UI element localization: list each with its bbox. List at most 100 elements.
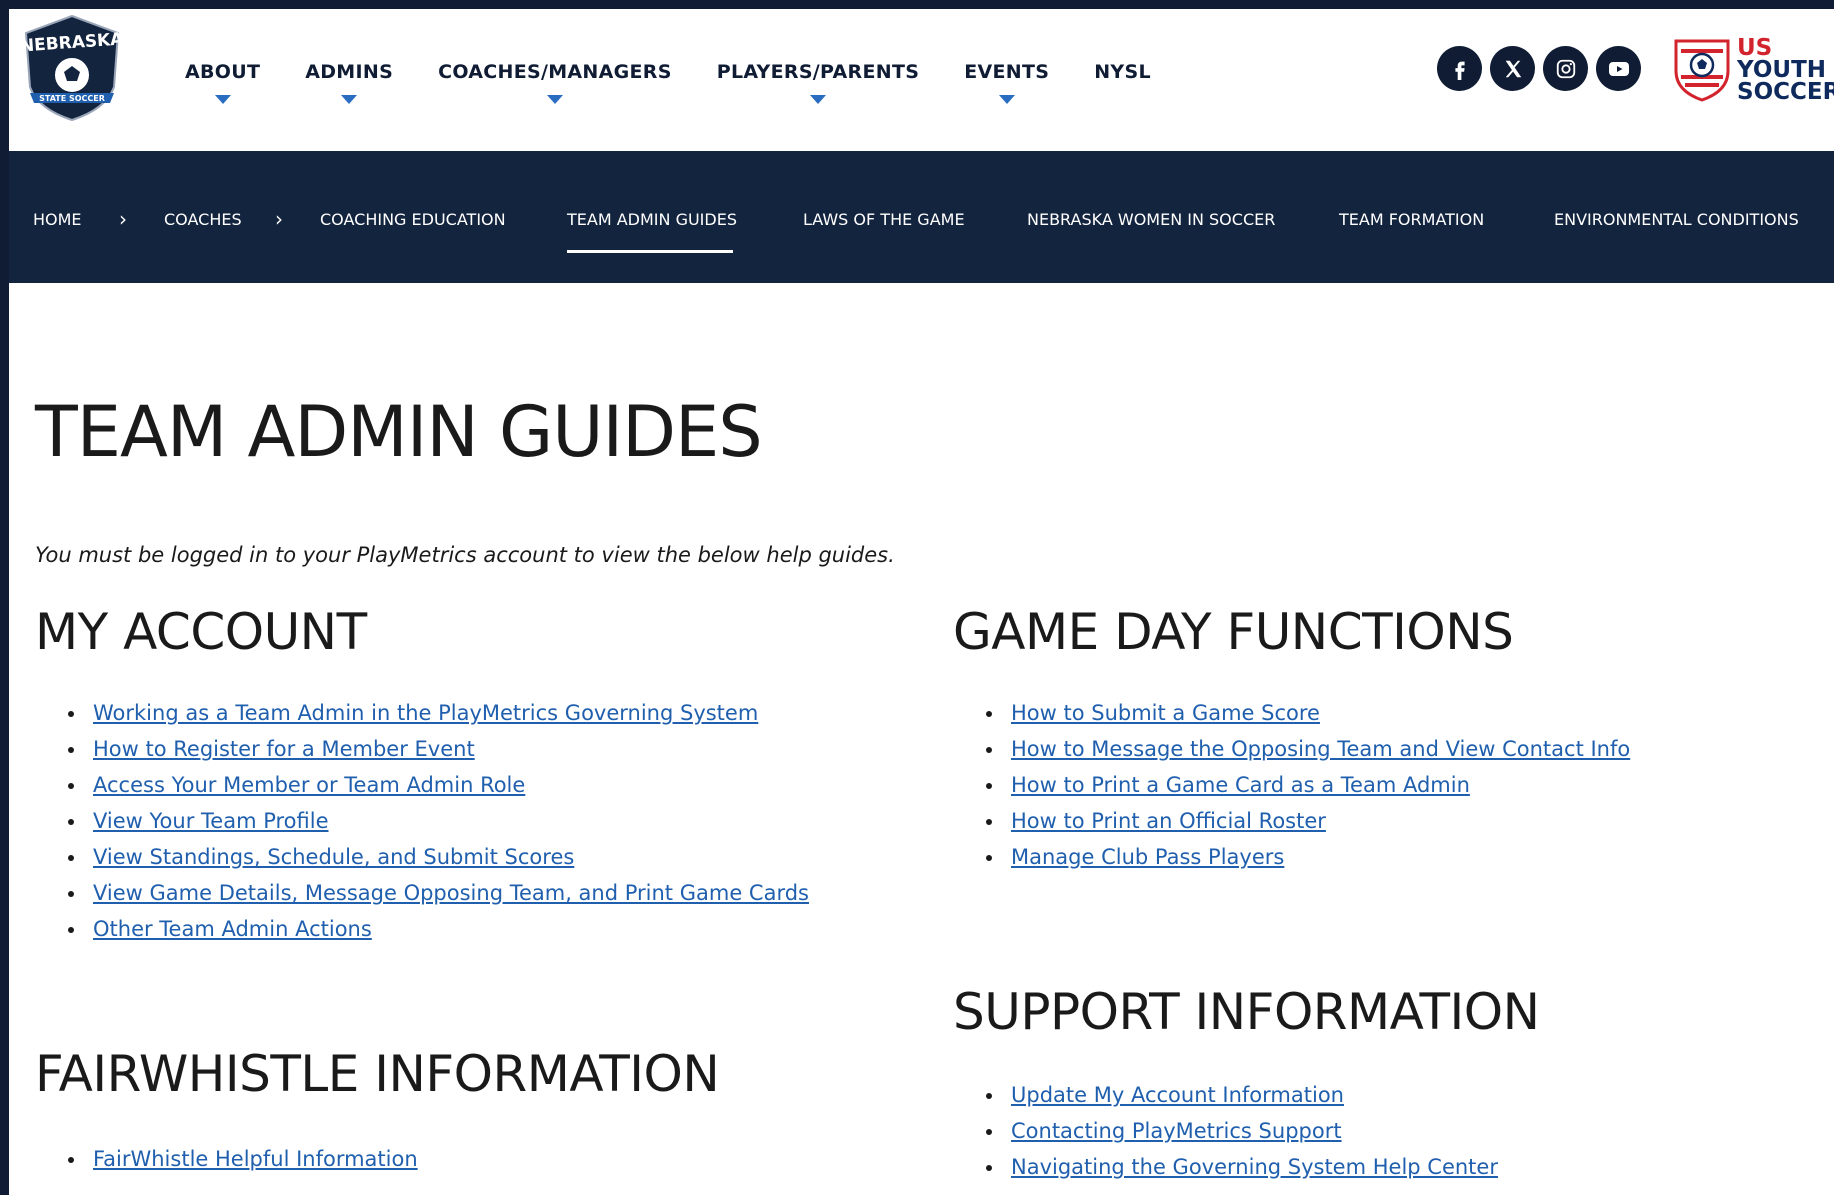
bullet xyxy=(68,891,74,897)
list-item: Update My Account Information xyxy=(953,1077,1498,1113)
bullet xyxy=(986,855,992,861)
nav-item-coaches-managers[interactable]: COACHES/MANAGERS xyxy=(438,61,672,104)
main-content: TEAM ADMIN GUIDES You must be logged in … xyxy=(9,283,1834,1195)
guide-link[interactable]: Other Team Admin Actions xyxy=(93,917,372,941)
list-item: How to Print an Official Roster xyxy=(953,803,1630,839)
bullet xyxy=(68,783,74,789)
tab-laws-of-the-game[interactable]: LAWS OF THE GAME xyxy=(803,210,965,229)
tab-environmental-conditions[interactable]: ENVIRONMENTAL CONDITIONS xyxy=(1554,210,1799,229)
page-title: TEAM ADMIN GUIDES xyxy=(35,391,763,473)
svg-text:STATE SOCCER: STATE SOCCER xyxy=(39,94,105,103)
nav-item-label: NYSL xyxy=(1094,61,1151,83)
bullet xyxy=(68,927,74,933)
bullet xyxy=(986,1129,992,1135)
guide-link[interactable]: View Your Team Profile xyxy=(93,809,329,833)
chevron-down-icon xyxy=(214,95,231,104)
chevron-down-icon xyxy=(546,95,563,104)
x-link[interactable] xyxy=(1490,46,1535,91)
nebraska-state-soccer-logo[interactable]: NEBRASKA STATE SOCCER xyxy=(20,13,124,123)
bullet xyxy=(986,1165,992,1171)
game-day-links: How to Submit a Game Score How to Messag… xyxy=(953,695,1630,875)
list-item: FairWhistle Helpful Information xyxy=(35,1141,418,1177)
youtube-link[interactable] xyxy=(1596,46,1641,91)
section-title-fairwhistle: FAIRWHISTLE INFORMATION xyxy=(35,1045,720,1103)
youtube-icon xyxy=(1608,61,1629,76)
guide-link[interactable]: Contacting PlayMetrics Support xyxy=(1011,1119,1342,1143)
breadcrumb-home[interactable]: HOME xyxy=(33,210,82,229)
guide-link[interactable]: Manage Club Pass Players xyxy=(1011,845,1284,869)
guide-link[interactable]: Access Your Member or Team Admin Role xyxy=(93,773,525,797)
section-title-support-information: SUPPORT INFORMATION xyxy=(953,983,1540,1041)
instagram-link[interactable] xyxy=(1543,46,1588,91)
bullet xyxy=(986,783,992,789)
chevron-down-icon xyxy=(809,95,826,104)
guide-link[interactable]: Update My Account Information xyxy=(1011,1083,1344,1107)
bullet xyxy=(986,819,992,825)
guide-link[interactable]: How to Message the Opposing Team and Vie… xyxy=(1011,737,1630,761)
nav-item-about[interactable]: ABOUT xyxy=(185,61,261,104)
list-item: Contacting PlayMetrics Support xyxy=(953,1113,1498,1149)
login-notice: You must be logged in to your PlayMetric… xyxy=(35,543,895,567)
my-account-links: Working as a Team Admin in the PlayMetri… xyxy=(35,695,809,947)
nav-item-admins[interactable]: ADMINS xyxy=(305,61,394,104)
list-item: View Standings, Schedule, and Submit Sco… xyxy=(35,839,809,875)
chevron-right-icon: › xyxy=(275,207,283,231)
bullet xyxy=(68,855,74,861)
nav-item-label: EVENTS xyxy=(964,61,1050,83)
nav-item-label: ADMINS xyxy=(305,61,394,83)
chevron-right-icon: › xyxy=(119,207,127,231)
bullet xyxy=(986,711,992,717)
guide-link[interactable]: How to Register for a Member Event xyxy=(93,737,475,761)
list-item: View Game Details, Message Opposing Team… xyxy=(35,875,809,911)
guide-link[interactable]: View Standings, Schedule, and Submit Sco… xyxy=(93,845,574,869)
main-navigation: ABOUT ADMINS COACHES/MANAGERS PLAYERS/PA… xyxy=(185,61,1196,104)
x-icon xyxy=(1505,60,1521,77)
guide-link[interactable]: FairWhistle Helpful Information xyxy=(93,1147,418,1171)
breadcrumb-coaching-education[interactable]: COACHING EDUCATION xyxy=(320,210,506,229)
social-links xyxy=(1437,46,1649,91)
nav-item-label: ABOUT xyxy=(185,61,261,83)
bullet xyxy=(986,747,992,753)
section-title-game-day-functions: GAME DAY FUNCTIONS xyxy=(953,603,1514,661)
tab-team-formation[interactable]: TEAM FORMATION xyxy=(1339,210,1484,229)
nav-item-events[interactable]: EVENTS xyxy=(964,61,1050,104)
list-item: View Your Team Profile xyxy=(35,803,809,839)
nav-item-label: COACHES/MANAGERS xyxy=(438,61,672,83)
guide-link[interactable]: How to Submit a Game Score xyxy=(1011,701,1320,725)
guide-link[interactable]: Working as a Team Admin in the PlayMetri… xyxy=(93,701,758,725)
chevron-down-icon xyxy=(998,95,1015,104)
active-tab-indicator xyxy=(567,250,733,253)
us-youth-soccer-logo[interactable]: US YOUTH SOCCER xyxy=(1673,34,1834,106)
list-item: Access Your Member or Team Admin Role xyxy=(35,767,809,803)
section-title-my-account: MY ACCOUNT xyxy=(35,603,367,661)
breadcrumb-coaches[interactable]: COACHES xyxy=(164,210,242,229)
tab-nebraska-women-in-soccer[interactable]: NEBRASKA WOMEN IN SOCCER xyxy=(1027,210,1275,229)
list-item: Manage Club Pass Players xyxy=(953,839,1630,875)
nav-item-nysl[interactable]: NYSL xyxy=(1094,61,1151,83)
nav-item-players-parents[interactable]: PLAYERS/PARENTS xyxy=(716,61,920,104)
list-item: Working as a Team Admin in the PlayMetri… xyxy=(35,695,809,731)
list-item: Other Team Admin Actions xyxy=(35,911,809,947)
section-subnav: HOME › COACHES › COACHING EDUCATION TEAM… xyxy=(9,151,1834,283)
bullet xyxy=(68,819,74,825)
us-youth-soccer-wordmark: US YOUTH SOCCER xyxy=(1737,35,1834,105)
guide-link[interactable]: Navigating the Governing System Help Cen… xyxy=(1011,1155,1498,1179)
fairwhistle-links: FairWhistle Helpful Information xyxy=(35,1141,418,1177)
guide-link[interactable]: How to Print a Game Card as a Team Admin xyxy=(1011,773,1470,797)
list-item: How to Register for a Member Event xyxy=(35,731,809,767)
support-links: Update My Account Information Contacting… xyxy=(953,1077,1498,1185)
site-header: NEBRASKA STATE SOCCER ABOUT ADMINS COACH… xyxy=(9,9,1834,151)
bullet xyxy=(68,747,74,753)
guide-link[interactable]: View Game Details, Message Opposing Team… xyxy=(93,881,809,905)
list-item: Navigating the Governing System Help Cen… xyxy=(953,1149,1498,1185)
bullet xyxy=(68,711,74,717)
facebook-icon xyxy=(1454,61,1465,80)
facebook-link[interactable] xyxy=(1437,46,1482,91)
bullet xyxy=(68,1157,74,1163)
bullet xyxy=(986,1093,992,1099)
browser-viewport: NEBRASKA STATE SOCCER ABOUT ADMINS COACH… xyxy=(9,9,1834,1195)
nav-item-label: PLAYERS/PARENTS xyxy=(716,61,920,83)
instagram-icon xyxy=(1556,59,1575,78)
guide-link[interactable]: How to Print an Official Roster xyxy=(1011,809,1326,833)
tab-team-admin-guides[interactable]: TEAM ADMIN GUIDES xyxy=(567,210,737,229)
